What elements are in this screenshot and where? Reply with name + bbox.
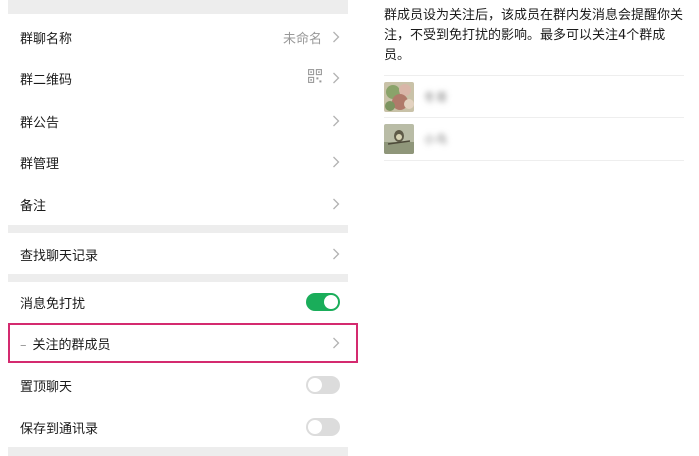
remark-label: 备注 [20, 198, 47, 214]
qr-code-row[interactable]: 群二维码 [8, 58, 348, 98]
search-history-label: 查找聊天记录 [20, 248, 99, 264]
member-avatar [384, 82, 414, 112]
followed-members-detail: 群成员设为关注后，该成员在群内发消息会提醒你关注，不受到免打扰的影响。最多可以关… [362, 0, 699, 456]
announcement-label: 群公告 [20, 115, 60, 131]
pin-chat-row: 置顶聊天 [8, 365, 348, 405]
group-manage-row[interactable]: 群管理 [8, 142, 348, 182]
member-name: 冬哥 [424, 91, 448, 104]
announcement-row[interactable]: 群公告 [8, 101, 348, 141]
follow-description: 群成员设为关注后，该成员在群内发消息会提醒你关注，不受到免打扰的影响。最多可以关… [384, 8, 684, 63]
followed-members-row[interactable]: – 关注的群成员 [8, 323, 348, 363]
section-divider [8, 447, 348, 456]
section-divider [8, 0, 348, 14]
chevron-right-icon [332, 156, 340, 168]
list-divider [384, 160, 684, 161]
mute-row: 消息免打扰 [8, 282, 348, 322]
member-item[interactable]: 冬哥 [384, 78, 684, 116]
pin-chat-label: 置顶聊天 [20, 379, 73, 395]
chevron-right-icon [332, 31, 340, 43]
group-name-label: 群聊名称 [20, 31, 73, 47]
save-contacts-label: 保存到通讯录 [20, 421, 99, 437]
member-item[interactable]: 小鸟 [384, 120, 684, 158]
chevron-right-icon [332, 72, 340, 84]
search-history-row[interactable]: 查找聊天记录 [8, 234, 348, 274]
qr-code-icon [308, 69, 322, 87]
member-name: 小鸟 [424, 133, 448, 146]
mute-label: 消息免打扰 [20, 296, 86, 312]
section-divider [8, 274, 348, 282]
list-divider [384, 75, 684, 76]
chevron-right-icon [332, 115, 340, 127]
group-manage-label: 群管理 [20, 156, 60, 172]
member-avatar [384, 124, 414, 154]
list-divider [384, 117, 684, 118]
qr-code-label: 群二维码 [20, 72, 73, 88]
group-name-value: 未命名 [282, 31, 322, 47]
followed-members-label: 关注的群成员 [32, 337, 111, 353]
save-contacts-row: 保存到通讯录 [8, 407, 348, 447]
dash-mark: – [20, 337, 27, 353]
settings-panel: 群聊名称 未命名 群二维码 群公告 群管理 备注 查找聊天记录 消息免打扰 – … [0, 0, 360, 456]
chevron-right-icon [332, 198, 340, 210]
pin-chat-toggle[interactable] [306, 376, 340, 394]
group-name-row[interactable]: 群聊名称 未命名 [8, 17, 348, 57]
remark-row[interactable]: 备注 [8, 184, 348, 224]
chevron-right-icon [332, 337, 340, 349]
chevron-right-icon [332, 248, 340, 260]
section-divider [8, 225, 348, 233]
save-contacts-toggle[interactable] [306, 418, 340, 436]
mute-toggle[interactable] [306, 293, 340, 311]
